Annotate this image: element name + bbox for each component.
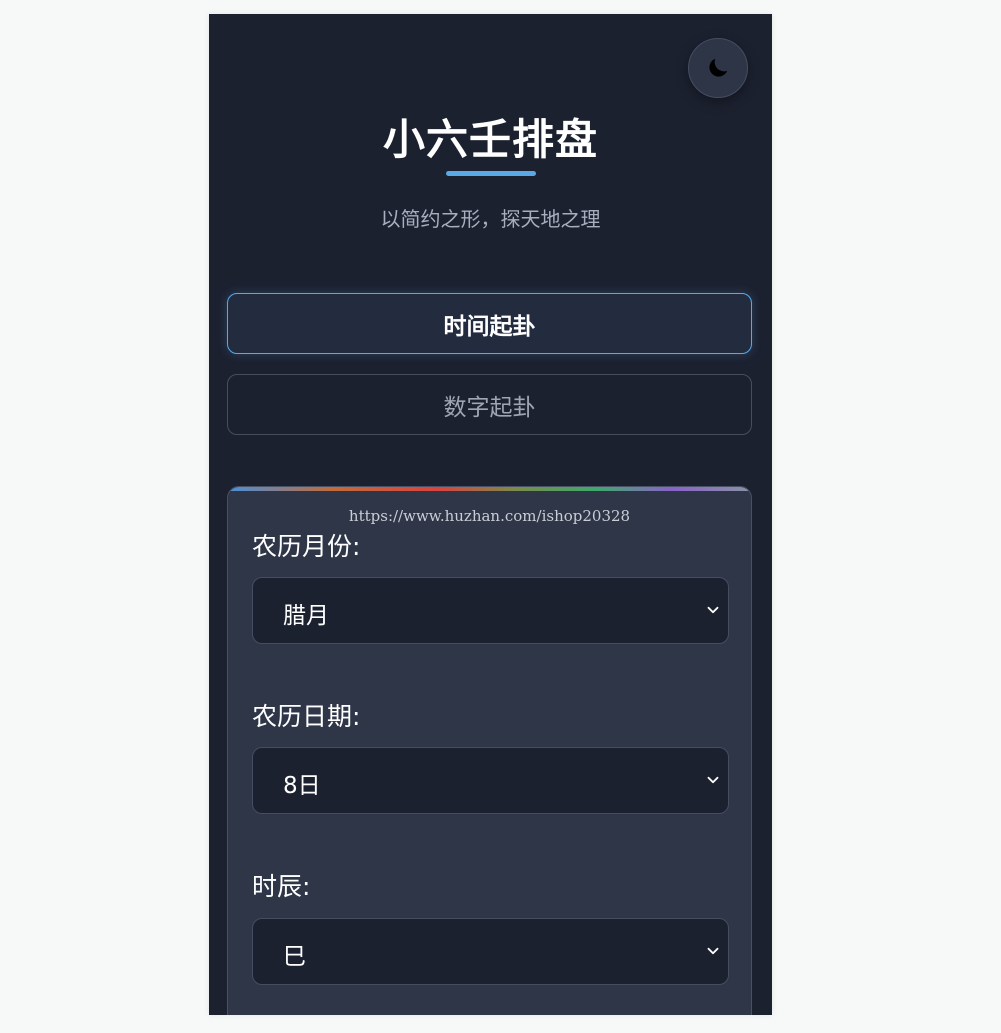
app-screen: 小六壬排盘 以简约之形，探天地之理 时间起卦 数字起卦 https://www.… (209, 14, 772, 1015)
title-underline (446, 171, 536, 176)
moon-icon (709, 58, 728, 77)
chevron-down-icon (707, 947, 719, 955)
lunar-month-label: 农历月份: (252, 532, 361, 561)
lunar-month-value: 腊月 (283, 603, 329, 629)
lunar-day-select[interactable]: 8日 (252, 747, 729, 814)
watermark-text: https://www.huzhan.com/ishop20328 (348, 507, 631, 525)
lunar-day-value: 8日 (283, 773, 321, 799)
page-subtitle: 以简约之形，探天地之理 (380, 207, 601, 231)
chevron-down-icon (707, 606, 719, 614)
hour-value: 巳 (283, 944, 306, 970)
divination-form-card: https://www.huzhan.com/ishop20328 农历月份: … (227, 486, 752, 1015)
hour-label: 时辰: (252, 872, 311, 901)
chevron-down-icon (707, 776, 719, 784)
lunar-day-label: 农历日期: (252, 702, 361, 731)
rainbow-accent-bar (228, 487, 751, 491)
lunar-month-select[interactable]: 腊月 (252, 577, 729, 644)
number-divination-button[interactable]: 数字起卦 (227, 374, 752, 435)
time-divination-button[interactable]: 时间起卦 (227, 293, 752, 354)
page-title: 小六壬排盘 (382, 115, 598, 164)
theme-toggle-button[interactable] (688, 38, 748, 98)
hour-select[interactable]: 巳 (252, 918, 729, 985)
